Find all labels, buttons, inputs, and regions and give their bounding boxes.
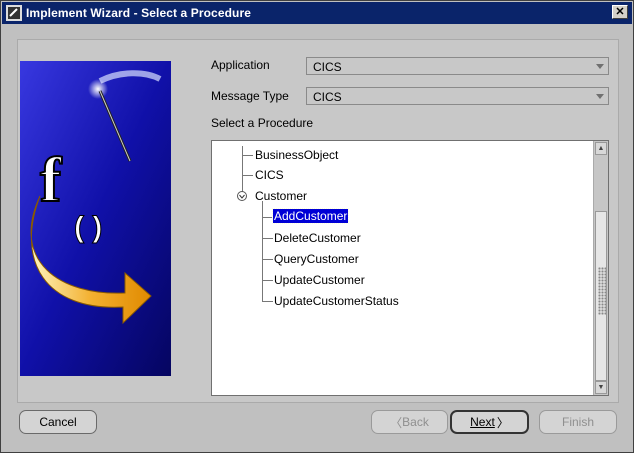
next-button-label: Next (470, 415, 495, 429)
tree-item-updatecustomer[interactable]: UpdateCustomer (274, 273, 365, 287)
finish-button[interactable]: Finish (539, 410, 617, 434)
scroll-up-button[interactable]: ▲ (595, 142, 607, 155)
tree-item-customer[interactable]: Customer (255, 189, 307, 203)
grip-icon (598, 267, 606, 315)
tree-connector (262, 201, 263, 301)
message-type-label: Message Type (211, 89, 289, 103)
application-label: Application (211, 58, 270, 72)
tree-connector (262, 259, 273, 260)
message-type-select[interactable]: CICS (306, 87, 609, 105)
collapse-icon[interactable] (236, 190, 248, 202)
back-button[interactable]: 〈 Back (371, 410, 448, 434)
tree-connector (262, 301, 273, 302)
finish-button-label: Finish (561, 415, 594, 429)
title-bar: Implement Wizard - Select a Procedure ✕ (2, 2, 632, 24)
chevron-down-icon (596, 94, 604, 99)
close-icon: ✕ (615, 5, 625, 18)
wizard-banner-image: f ( ) (20, 61, 171, 376)
application-select-value: CICS (313, 60, 342, 74)
tree-item-businessobject[interactable]: BusinessObject (255, 148, 338, 162)
parens-glyph: ( ) (74, 211, 102, 244)
tree-scrollbar[interactable]: ▲ ▼ (593, 141, 608, 395)
tree-connector (262, 238, 273, 239)
next-button[interactable]: Next 〉 (450, 410, 529, 434)
scroll-down-icon: ▼ (597, 384, 605, 391)
tree-item-addcustomer[interactable]: AddCustomer (271, 208, 350, 224)
tree-item-deletecustomer[interactable]: DeleteCustomer (274, 231, 361, 245)
app-icon (6, 5, 22, 21)
procedure-tree[interactable]: BusinessObject CICS Customer AddCustomer… (211, 140, 609, 396)
chevron-right-icon: 〉 (496, 415, 509, 430)
function-glyph: f (40, 144, 62, 215)
tree-connector (242, 175, 253, 176)
scrollbar-thumb[interactable] (595, 211, 607, 381)
procedure-label: Select a Procedure (211, 116, 314, 130)
wizard-window: Implement Wizard - Select a Procedure ✕ (0, 0, 634, 453)
tree-connector (242, 155, 253, 156)
back-button-label: Back (402, 415, 429, 429)
scroll-up-icon: ▲ (597, 145, 605, 152)
tree-item-updatecustomerstatus[interactable]: UpdateCustomerStatus (274, 294, 399, 308)
tree-connector (262, 217, 273, 218)
application-select[interactable]: CICS (306, 57, 609, 75)
scroll-down-button[interactable]: ▼ (595, 381, 607, 394)
cancel-button-label: Cancel (39, 415, 77, 429)
tree-item-cics[interactable]: CICS (255, 168, 284, 182)
message-type-select-value: CICS (313, 90, 342, 104)
close-button[interactable]: ✕ (612, 5, 628, 19)
chevron-left-icon: 〈 (390, 415, 403, 430)
tree-item-querycustomer[interactable]: QueryCustomer (274, 252, 359, 266)
tree-connector (242, 146, 243, 196)
window-title: Implement Wizard - Select a Procedure (26, 6, 251, 20)
tree-connector (262, 280, 273, 281)
cancel-button[interactable]: Cancel (19, 410, 97, 434)
chevron-down-icon (596, 64, 604, 69)
